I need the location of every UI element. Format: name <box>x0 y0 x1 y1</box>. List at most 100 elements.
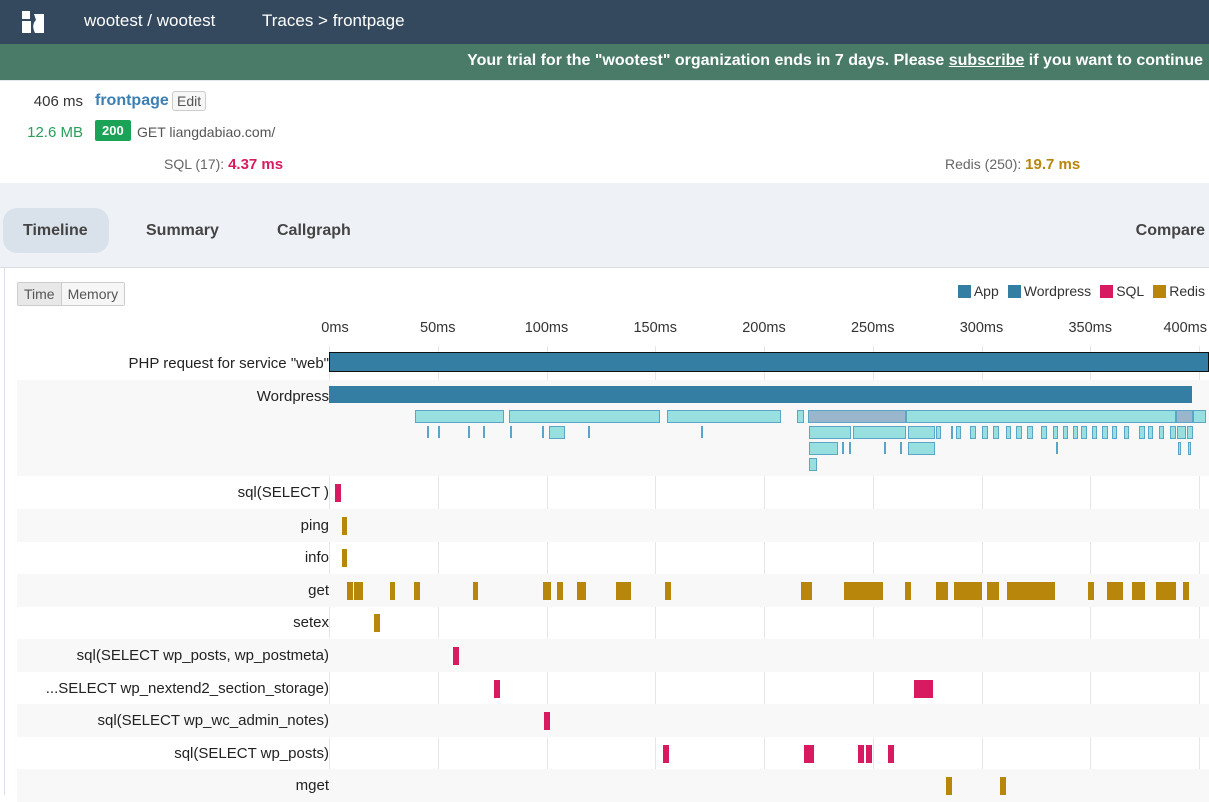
redis-span[interactable] <box>1131 581 1146 600</box>
redis-span[interactable] <box>1087 581 1094 600</box>
wordpress-subspan[interactable] <box>1176 410 1193 423</box>
wordpress-subspan[interactable] <box>1027 426 1033 439</box>
wordpress-subspan[interactable] <box>808 458 818 471</box>
redis-span[interactable] <box>542 581 552 600</box>
trace-name[interactable]: frontpage <box>95 92 169 110</box>
sql-span[interactable] <box>544 712 551 731</box>
app-span[interactable] <box>329 352 1209 372</box>
wordpress-subspan[interactable] <box>907 426 935 439</box>
wordpress-subspan[interactable] <box>970 426 976 439</box>
wordpress-subspan[interactable] <box>1102 426 1108 439</box>
wordpress-subspan[interactable] <box>509 426 512 438</box>
wordpress-subspan[interactable] <box>426 426 429 438</box>
wordpress-subspan[interactable] <box>666 410 781 423</box>
wordpress-subspan[interactable] <box>956 426 962 439</box>
wordpress-subspan[interactable] <box>468 426 471 438</box>
redis-span[interactable] <box>904 581 912 600</box>
wordpress-subspan[interactable] <box>951 426 954 439</box>
sql-span[interactable] <box>914 679 933 698</box>
toggle-time[interactable]: Time <box>18 283 62 305</box>
wordpress-subspan[interactable] <box>1081 426 1087 439</box>
wordpress-subspan[interactable] <box>900 442 903 454</box>
redis-span[interactable] <box>986 581 1000 600</box>
redis-span[interactable] <box>342 516 348 535</box>
legend-item[interactable]: SQL <box>1100 283 1144 299</box>
legend-item[interactable]: Wordpress <box>1007 283 1091 299</box>
redis-span[interactable] <box>556 581 563 600</box>
sql-span[interactable] <box>335 484 342 502</box>
sql-span[interactable] <box>494 679 501 698</box>
redis-span[interactable] <box>999 777 1007 796</box>
wordpress-subspan[interactable] <box>1147 426 1154 439</box>
wordpress-subspan[interactable] <box>508 410 661 423</box>
wordpress-subspan[interactable] <box>842 442 845 454</box>
tab-timeline[interactable]: Timeline <box>3 208 109 253</box>
redis-span[interactable] <box>1006 581 1055 600</box>
wordpress-subspan[interactable] <box>1170 426 1176 439</box>
edit-button[interactable]: Edit <box>172 91 207 111</box>
subscribe-link[interactable]: subscribe <box>949 52 1025 69</box>
wordpress-subspan[interactable] <box>907 442 935 455</box>
sql-span[interactable] <box>887 744 895 763</box>
wordpress-subspan[interactable] <box>935 426 942 439</box>
wordpress-subspan[interactable] <box>1112 426 1118 439</box>
sql-span[interactable] <box>866 744 873 763</box>
wordpress-subspan[interactable] <box>808 426 852 439</box>
wordpress-subspan[interactable] <box>548 426 566 439</box>
redis-span[interactable] <box>354 581 363 600</box>
redis-span[interactable] <box>616 581 631 600</box>
sql-span[interactable] <box>857 744 865 763</box>
wordpress-subspan[interactable] <box>1005 426 1012 439</box>
redis-span[interactable] <box>800 581 812 600</box>
redis-span[interactable] <box>664 581 672 600</box>
redis-span[interactable] <box>946 777 953 796</box>
wordpress-subspan[interactable] <box>1041 426 1047 439</box>
wordpress-subspan[interactable] <box>852 426 907 439</box>
redis-span[interactable] <box>1106 581 1123 600</box>
redis-span[interactable] <box>342 549 348 568</box>
wordpress-subspan[interactable] <box>1053 426 1059 439</box>
wordpress-subspan[interactable] <box>808 442 838 455</box>
tab-callgraph[interactable]: Callgraph <box>257 208 371 253</box>
redis-span[interactable] <box>472 581 478 600</box>
wordpress-subspan[interactable] <box>1139 426 1145 439</box>
legend-item[interactable]: App <box>957 283 999 299</box>
redis-span[interactable] <box>843 581 883 600</box>
wordpress-subspan[interactable] <box>1016 426 1022 439</box>
wordpress-subspan[interactable] <box>1158 426 1165 439</box>
wordpress-subspan[interactable] <box>1192 410 1206 423</box>
tab-compare[interactable]: Compare <box>1116 208 1209 253</box>
tab-summary[interactable]: Summary <box>126 208 239 253</box>
wordpress-subspan[interactable] <box>1123 426 1130 439</box>
sql-span[interactable] <box>804 744 815 763</box>
organization-link[interactable]: wootest / wootest <box>84 11 215 31</box>
wordpress-subspan[interactable] <box>415 410 505 423</box>
sql-span[interactable] <box>452 647 460 665</box>
wordpress-subspan[interactable] <box>993 426 999 439</box>
wordpress-subspan[interactable] <box>797 410 804 423</box>
redis-span[interactable] <box>576 581 587 600</box>
redis-span[interactable] <box>1183 581 1189 600</box>
toggle-memory[interactable]: Memory <box>61 283 125 305</box>
sql-span[interactable] <box>663 744 670 763</box>
wordpress-subspan[interactable] <box>542 426 545 438</box>
wordpress-subspan[interactable] <box>483 426 486 438</box>
legend-item[interactable]: Redis <box>1153 283 1205 299</box>
wordpress-subspan[interactable] <box>906 410 1177 423</box>
wordpress-subspan[interactable] <box>1055 442 1058 454</box>
wordpress-subspan[interactable] <box>848 442 851 454</box>
redis-span[interactable] <box>953 581 983 600</box>
redis-span[interactable] <box>346 581 353 600</box>
wordpress-subspan[interactable] <box>1062 426 1069 439</box>
wordpress-subspan[interactable] <box>1177 426 1186 439</box>
redis-span[interactable] <box>374 614 381 633</box>
wordpress-subspan[interactable] <box>807 410 907 423</box>
redis-span[interactable] <box>1155 581 1177 600</box>
wordpress-subspan[interactable] <box>1091 426 1098 439</box>
wordpress-subspan[interactable] <box>587 426 590 438</box>
redis-span[interactable] <box>389 581 396 600</box>
wordpress-subspan[interactable] <box>883 442 886 454</box>
wordpress-subspan[interactable] <box>437 426 440 438</box>
wordpress-subspan[interactable] <box>700 426 703 438</box>
wordpress-subspan[interactable] <box>1187 426 1193 439</box>
